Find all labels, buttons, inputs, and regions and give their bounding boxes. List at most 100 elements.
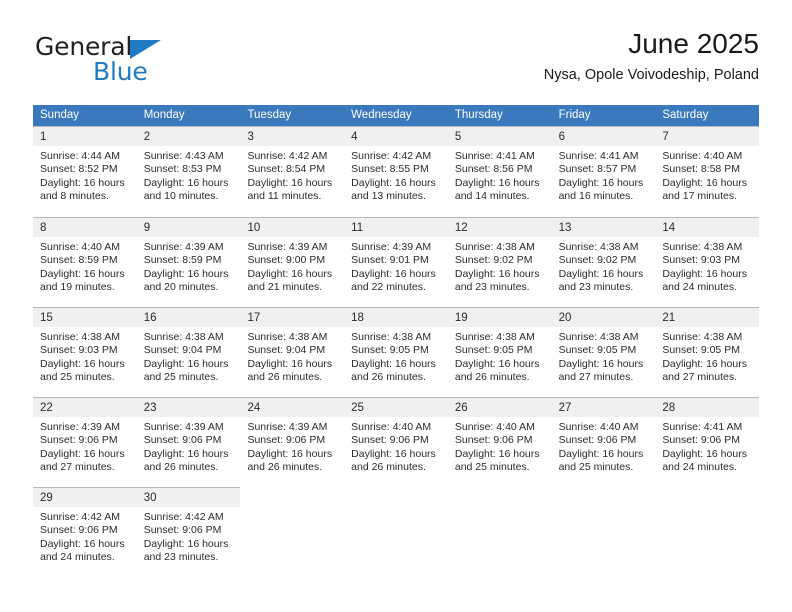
daylight-text-line1: Daylight: 16 hours — [143, 537, 229, 550]
day-cell[interactable]: 23 Sunrise: 4:39 AM Sunset: 9:06 PM Dayl… — [136, 397, 241, 486]
day-details: Sunrise: 4:39 AM Sunset: 8:59 PM Dayligh… — [137, 237, 241, 306]
day-cell[interactable]: 21 Sunrise: 4:38 AM Sunset: 9:05 PM Dayl… — [655, 307, 760, 396]
day-cell[interactable]: 10 Sunrise: 4:39 AM Sunset: 9:00 PM Dayl… — [240, 217, 345, 306]
daylight-text-line2: and 11 minutes. — [247, 190, 322, 203]
day-cell[interactable]: 1 Sunrise: 4:44 AM Sunset: 8:52 PM Dayli… — [33, 126, 137, 216]
day-cell[interactable]: 29 Sunrise: 4:42 AM Sunset: 9:06 PM Dayl… — [33, 487, 137, 576]
sunrise-text: Sunrise: 4:39 AM — [143, 421, 224, 433]
day-cell[interactable]: 15 Sunrise: 4:38 AM Sunset: 9:03 PM Dayl… — [33, 307, 137, 396]
day-cell[interactable]: 20 Sunrise: 4:38 AM Sunset: 9:05 PM Dayl… — [551, 307, 656, 396]
day-number-band: 4 — [344, 127, 448, 146]
day-details: Sunrise: 4:39 AM Sunset: 9:06 PM Dayligh… — [33, 417, 137, 486]
sunset-text: Sunset: 8:56 PM — [454, 163, 533, 176]
sunrise-text: Sunrise: 4:44 AM — [40, 150, 120, 162]
day-cell[interactable]: 14 Sunrise: 4:38 AM Sunset: 9:03 PM Dayl… — [655, 217, 760, 306]
day-cell[interactable]: 13 Sunrise: 4:38 AM Sunset: 9:02 PM Dayl… — [551, 217, 656, 306]
day-cell[interactable]: 18 Sunrise: 4:38 AM Sunset: 9:05 PM Dayl… — [344, 307, 448, 396]
day-cell[interactable]: 8 Sunrise: 4:40 AM Sunset: 8:59 PM Dayli… — [33, 217, 137, 306]
day-cell[interactable]: 5 Sunrise: 4:41 AM Sunset: 8:56 PM Dayli… — [447, 126, 552, 216]
day-cell[interactable]: 25 Sunrise: 4:40 AM Sunset: 9:06 PM Dayl… — [344, 397, 448, 486]
day-cell[interactable]: 7 Sunrise: 4:40 AM Sunset: 8:58 PM Dayli… — [655, 126, 760, 216]
daylight-text-line2: and 26 minutes. — [247, 461, 323, 474]
daylight-text-line2: and 14 minutes. — [454, 190, 530, 203]
day-cell[interactable]: 9 Sunrise: 4:39 AM Sunset: 8:59 PM Dayli… — [136, 217, 241, 306]
day-cell[interactable]: 4 Sunrise: 4:42 AM Sunset: 8:55 PM Dayli… — [344, 126, 448, 216]
daylight-text-line1: Daylight: 16 hours — [351, 357, 436, 370]
day-details: Sunrise: 4:41 AM Sunset: 8:57 PM Dayligh… — [552, 146, 656, 216]
sunset-text: Sunset: 8:55 PM — [351, 163, 429, 176]
day-cell[interactable]: 3 Sunrise: 4:42 AM Sunset: 8:54 PM Dayli… — [240, 126, 345, 216]
weekday-header-sunday: Sunday — [40, 109, 80, 121]
day-number-band: 17 — [240, 308, 345, 327]
day-cell[interactable]: 17 Sunrise: 4:38 AM Sunset: 9:04 PM Dayl… — [240, 307, 345, 396]
daylight-text-line2: and 23 minutes. — [143, 551, 219, 564]
day-number-band — [552, 488, 656, 507]
brand-logo[interactable]: General Blue — [33, 28, 263, 90]
sunset-text: Sunset: 9:04 PM — [143, 344, 222, 357]
day-number-band: 11 — [344, 218, 448, 237]
weekday-header-friday: Friday — [558, 109, 591, 121]
day-cell[interactable]: 30 Sunrise: 4:42 AM Sunset: 9:06 PM Dayl… — [136, 487, 241, 576]
week-row: 29 Sunrise: 4:42 AM Sunset: 9:06 PM Dayl… — [33, 486, 759, 576]
daylight-text-line2: and 21 minutes. — [247, 281, 323, 294]
day-details: Sunrise: 4:44 AM Sunset: 8:52 PM Dayligh… — [33, 146, 137, 216]
daylight-text-line1: Daylight: 16 hours — [662, 176, 747, 189]
day-number: 12 — [454, 222, 468, 234]
daylight-text-line2: and 23 minutes. — [454, 281, 530, 294]
day-number: 28 — [662, 402, 676, 414]
day-details: Sunrise: 4:38 AM Sunset: 9:05 PM Dayligh… — [344, 327, 448, 396]
sunrise-text: Sunrise: 4:40 AM — [558, 421, 639, 433]
day-details: Sunrise: 4:42 AM Sunset: 9:06 PM Dayligh… — [137, 507, 241, 576]
day-cell[interactable]: 2 Sunrise: 4:43 AM Sunset: 8:53 PM Dayli… — [136, 126, 241, 216]
day-details — [240, 507, 344, 576]
week-row: 1 Sunrise: 4:44 AM Sunset: 8:52 PM Dayli… — [33, 126, 760, 216]
sunrise-text: Sunrise: 4:39 AM — [143, 241, 224, 253]
sunset-text: Sunset: 9:05 PM — [351, 344, 429, 357]
day-number-band: 21 — [655, 308, 760, 327]
day-number-band: 28 — [655, 398, 760, 417]
day-details — [448, 507, 552, 576]
day-details: Sunrise: 4:40 AM Sunset: 8:59 PM Dayligh… — [33, 237, 137, 306]
sunrise-text: Sunrise: 4:38 AM — [247, 331, 328, 343]
day-details: Sunrise: 4:39 AM Sunset: 9:00 PM Dayligh… — [240, 237, 344, 306]
sunset-text: Sunset: 9:02 PM — [558, 254, 637, 267]
day-number-band: 27 — [551, 398, 656, 417]
sunset-text: Sunset: 9:03 PM — [662, 254, 740, 267]
day-cell[interactable]: 26 Sunrise: 4:40 AM Sunset: 9:06 PM Dayl… — [447, 397, 552, 486]
day-number: 6 — [558, 131, 565, 143]
sunrise-text: Sunrise: 4:42 AM — [247, 150, 328, 162]
daylight-text-line2: and 27 minutes. — [662, 371, 738, 384]
day-cell[interactable]: 6 Sunrise: 4:41 AM Sunset: 8:57 PM Dayli… — [551, 126, 656, 216]
day-cell[interactable]: 19 Sunrise: 4:38 AM Sunset: 9:05 PM Dayl… — [447, 307, 552, 396]
day-number-band: 24 — [240, 398, 345, 417]
daylight-text-line2: and 22 minutes. — [351, 281, 426, 294]
sunset-text: Sunset: 8:54 PM — [247, 163, 326, 176]
day-cell[interactable]: 16 Sunrise: 4:38 AM Sunset: 9:04 PM Dayl… — [136, 307, 241, 396]
sunrise-text: Sunrise: 4:39 AM — [351, 241, 432, 253]
daylight-text-line1: Daylight: 16 hours — [247, 357, 333, 370]
day-cell[interactable]: 27 Sunrise: 4:40 AM Sunset: 9:06 PM Dayl… — [551, 397, 656, 486]
day-number-band: 22 — [33, 398, 137, 417]
sunrise-text: Sunrise: 4:41 AM — [558, 150, 639, 162]
day-number: 7 — [662, 131, 669, 143]
day-number-band: 7 — [655, 127, 760, 146]
sunrise-text: Sunrise: 4:41 AM — [662, 421, 743, 433]
sunrise-text: Sunrise: 4:40 AM — [351, 421, 432, 433]
sunset-text: Sunset: 9:06 PM — [40, 434, 118, 447]
weekday-header-wednesday: Wednesday — [351, 109, 412, 121]
day-cell[interactable]: 12 Sunrise: 4:38 AM Sunset: 9:02 PM Dayl… — [447, 217, 552, 306]
daylight-text-line1: Daylight: 16 hours — [351, 267, 436, 280]
day-number-band — [655, 488, 759, 507]
daylight-text-line2: and 8 minutes. — [40, 190, 109, 203]
daylight-text-line2: and 25 minutes. — [454, 461, 530, 474]
day-cell[interactable]: 28 Sunrise: 4:41 AM Sunset: 9:06 PM Dayl… — [655, 397, 760, 486]
daylight-text-line1: Daylight: 16 hours — [351, 447, 436, 460]
day-cell[interactable]: 11 Sunrise: 4:39 AM Sunset: 9:01 PM Dayl… — [344, 217, 448, 306]
day-cell[interactable]: 24 Sunrise: 4:39 AM Sunset: 9:06 PM Dayl… — [240, 397, 345, 486]
day-cell[interactable]: 22 Sunrise: 4:39 AM Sunset: 9:06 PM Dayl… — [33, 397, 137, 486]
sunrise-text: Sunrise: 4:40 AM — [454, 421, 535, 433]
sunset-text: Sunset: 8:52 PM — [40, 163, 118, 176]
week-row: 22 Sunrise: 4:39 AM Sunset: 9:06 PM Dayl… — [33, 396, 760, 486]
day-details — [552, 507, 656, 576]
sunrise-text: Sunrise: 4:38 AM — [558, 331, 639, 343]
